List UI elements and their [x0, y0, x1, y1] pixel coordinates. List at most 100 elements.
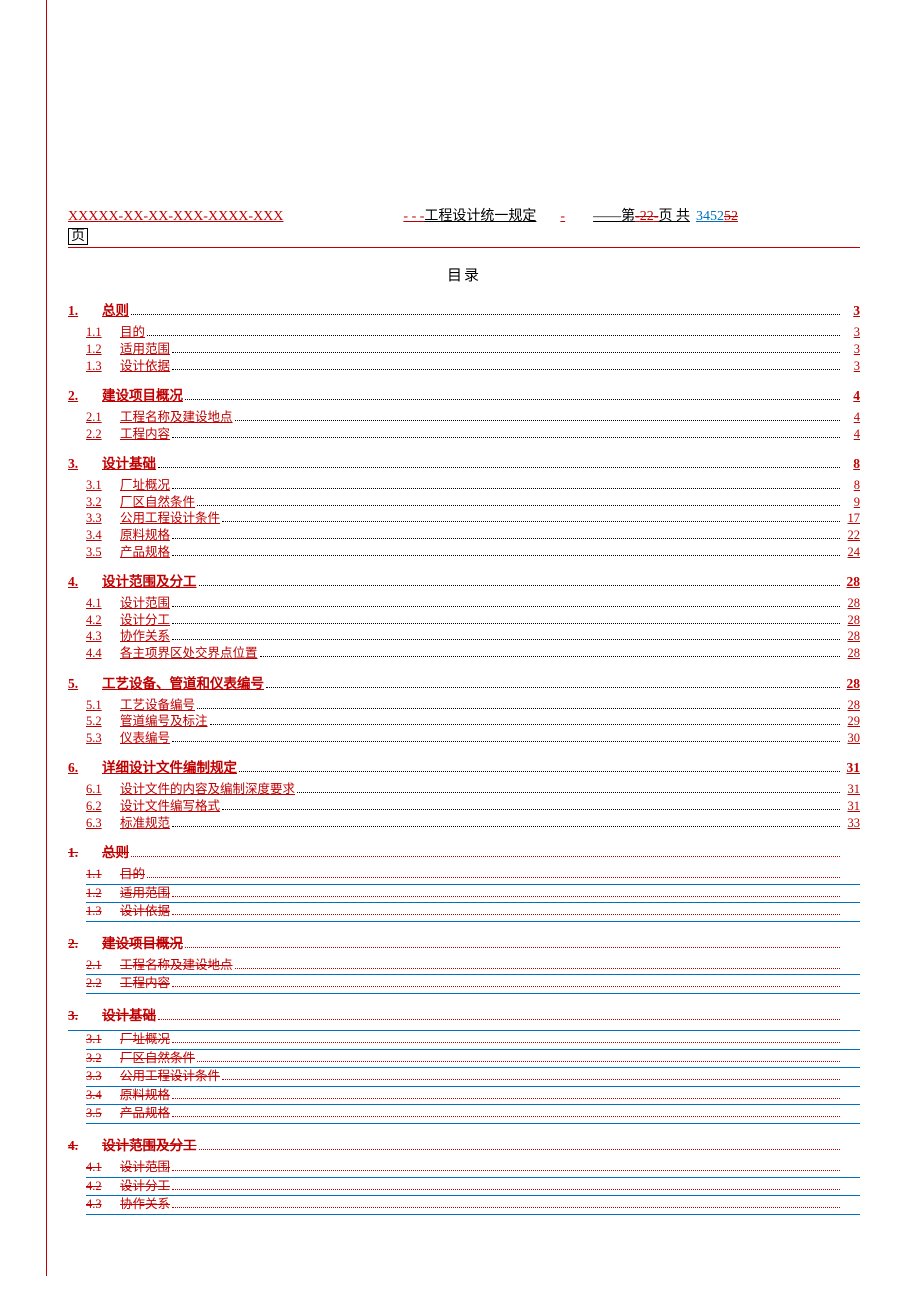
toc-link[interactable]: 工程名称及建设地点	[120, 410, 233, 424]
toc-link[interactable]: 2.	[68, 388, 78, 403]
toc-link[interactable]: 总则	[102, 303, 129, 318]
toc-link[interactable]: 3.1	[86, 478, 102, 492]
toc-link[interactable]: 1.1	[86, 325, 102, 339]
toc-entry[interactable]: 4.4各主项界区处交界点位置28	[68, 646, 860, 662]
toc-entry[interactable]: 6.2 设计文件编写格式 31	[68, 799, 860, 815]
toc-link[interactable]: 标准规范	[120, 816, 170, 830]
toc-link[interactable]: 1.	[68, 303, 78, 318]
toc-link[interactable]: 31	[848, 799, 861, 813]
toc-link[interactable]: 2.1	[86, 410, 102, 424]
toc-entry[interactable]: 1.2 适用范围 3	[68, 342, 860, 358]
toc-link[interactable]: 3.5	[86, 545, 102, 559]
toc-link[interactable]: 详细设计文件编制规定	[102, 760, 237, 775]
toc-link[interactable]: 设计分工	[120, 613, 170, 627]
toc-link[interactable]: 3.	[68, 456, 78, 471]
toc-entry[interactable]: 5.2 管道编号及标注 29	[68, 714, 860, 730]
toc-link[interactable]: 4.4	[86, 646, 102, 660]
toc-link[interactable]: 5.	[68, 676, 78, 691]
toc-link[interactable]: 6.	[68, 760, 78, 775]
toc-link[interactable]: 5.3	[86, 731, 102, 745]
toc-link[interactable]: 6.2	[86, 799, 102, 813]
toc-link[interactable]: 4.	[68, 574, 78, 589]
toc-entry[interactable]: 4.3 协作关系 28	[68, 629, 860, 645]
toc-link[interactable]: 31	[848, 782, 861, 796]
toc-link[interactable]: 适用范围	[120, 342, 170, 356]
toc-entry[interactable]: 6.3 标准规范 33	[68, 816, 860, 832]
toc-entry[interactable]: 4. 设计范围及分工 28	[68, 574, 860, 591]
toc-link[interactable]: 4.2	[86, 613, 102, 627]
toc-link[interactable]: 仪表编号	[120, 731, 170, 745]
toc-link[interactable]: 设计文件编写格式	[120, 799, 220, 813]
toc-link[interactable]: 4	[854, 410, 860, 424]
toc-link[interactable]: 3	[853, 303, 860, 318]
toc-link[interactable]: 3	[854, 359, 860, 373]
toc-link[interactable]: 设计基础	[102, 456, 156, 471]
toc-link[interactable]: 4	[854, 427, 860, 441]
toc-entry[interactable]: 2.1 工程名称及建设地点 4	[68, 410, 860, 426]
toc-link[interactable]: 厂址概况	[120, 478, 170, 492]
toc-link[interactable]: 1.3	[86, 359, 102, 373]
toc-entry[interactable]: 3.4 原料规格 22	[68, 528, 860, 544]
toc-link[interactable]: 协作关系	[120, 629, 170, 643]
toc-entry[interactable]: 2. 建设项目概况 4	[68, 388, 860, 405]
toc-link[interactable]: 3	[854, 325, 860, 339]
toc-entry[interactable]: 4.1 设计范围 28	[68, 596, 860, 612]
toc-link[interactable]: 各主项界区处交界点位置	[120, 646, 258, 660]
toc-link[interactable]: 工艺设备、管道和仪表编号	[102, 676, 264, 691]
toc-link[interactable]: 设计依据	[120, 359, 170, 373]
toc-entry[interactable]: 5.1 工艺设备编号 28	[68, 698, 860, 714]
toc-link[interactable]: 1.2	[86, 342, 102, 356]
toc-link[interactable]: 17	[848, 511, 861, 525]
toc-link[interactable]: 31	[847, 760, 861, 775]
toc-link[interactable]: 28	[848, 629, 861, 643]
toc-entry[interactable]: 3.1 厂址概况 8	[68, 478, 860, 494]
toc-link[interactable]: 建设项目概况	[102, 388, 183, 403]
toc-link[interactable]: 28	[848, 613, 861, 627]
toc-link[interactable]: 22	[848, 528, 861, 542]
toc-link[interactable]: 3	[854, 342, 860, 356]
toc-link[interactable]: 29	[848, 714, 861, 728]
toc-link[interactable]: 4.1	[86, 596, 102, 610]
toc-entry[interactable]: 5. 工艺设备、管道和仪表编号 28	[68, 676, 860, 693]
toc-link[interactable]: 4	[853, 388, 860, 403]
toc-link[interactable]: 6.3	[86, 816, 102, 830]
toc-link[interactable]: 管道编号及标注	[120, 714, 208, 728]
toc-link[interactable]: 公用工程设计条件	[120, 511, 220, 525]
toc-link[interactable]: 原料规格	[120, 528, 170, 542]
toc-link[interactable]: 28	[847, 574, 861, 589]
toc-link[interactable]: 9	[854, 495, 860, 509]
toc-link[interactable]: 设计范围	[120, 596, 170, 610]
toc-link[interactable]: 产品规格	[120, 545, 170, 559]
toc-link[interactable]: 8	[854, 478, 860, 492]
toc-entry[interactable]: 1.3 设计依据 3	[68, 359, 860, 375]
toc-link[interactable]: 3.2	[86, 495, 102, 509]
toc-link[interactable]: 目的	[120, 325, 145, 339]
toc-link[interactable]: 30	[848, 731, 861, 745]
toc-link[interactable]: 3.3	[86, 511, 102, 525]
toc-link[interactable]: 5.2	[86, 714, 102, 728]
toc-entry[interactable]: 6.1 设计文件的内容及编制深度要求 31	[68, 782, 860, 798]
toc-entry[interactable]: 3.5 产品规格 24	[68, 545, 860, 561]
toc-entry[interactable]: 2.2工程内容4	[68, 427, 860, 443]
toc-link[interactable]: 33	[848, 816, 861, 830]
toc-entry[interactable]: 3. 设计基础 8	[68, 456, 860, 473]
toc-link[interactable]: 4.3	[86, 629, 102, 643]
toc-link[interactable]: 28	[848, 596, 861, 610]
toc-link[interactable]: 6.1	[86, 782, 102, 796]
toc-entry[interactable]: 3.2 厂区自然条件 9	[68, 495, 860, 511]
toc-link[interactable]: 设计文件的内容及编制深度要求	[120, 782, 295, 796]
toc-entry[interactable]: 4.2 设计分工 28	[68, 613, 860, 629]
toc-entry[interactable]: 5.3 仪表编号 30	[68, 731, 860, 747]
toc-link[interactable]: 24	[848, 545, 861, 559]
toc-entry[interactable]: 3.3 公用工程设计条件 17	[68, 511, 860, 527]
toc-link[interactable]: 工艺设备编号	[120, 698, 195, 712]
toc-link[interactable]: 8	[853, 456, 860, 471]
toc-entry[interactable]: 1.1 目的 3	[68, 325, 860, 341]
toc-link[interactable]: 5.1	[86, 698, 102, 712]
toc-link[interactable]: 3.4	[86, 528, 102, 542]
toc-link[interactable]: 28	[847, 676, 861, 691]
toc-link[interactable]: 28	[848, 698, 861, 712]
toc-entry[interactable]: 1. 总则 3	[68, 303, 860, 320]
toc-link[interactable]: 设计范围及分工	[102, 574, 197, 589]
toc-link[interactable]: 厂区自然条件	[120, 495, 195, 509]
